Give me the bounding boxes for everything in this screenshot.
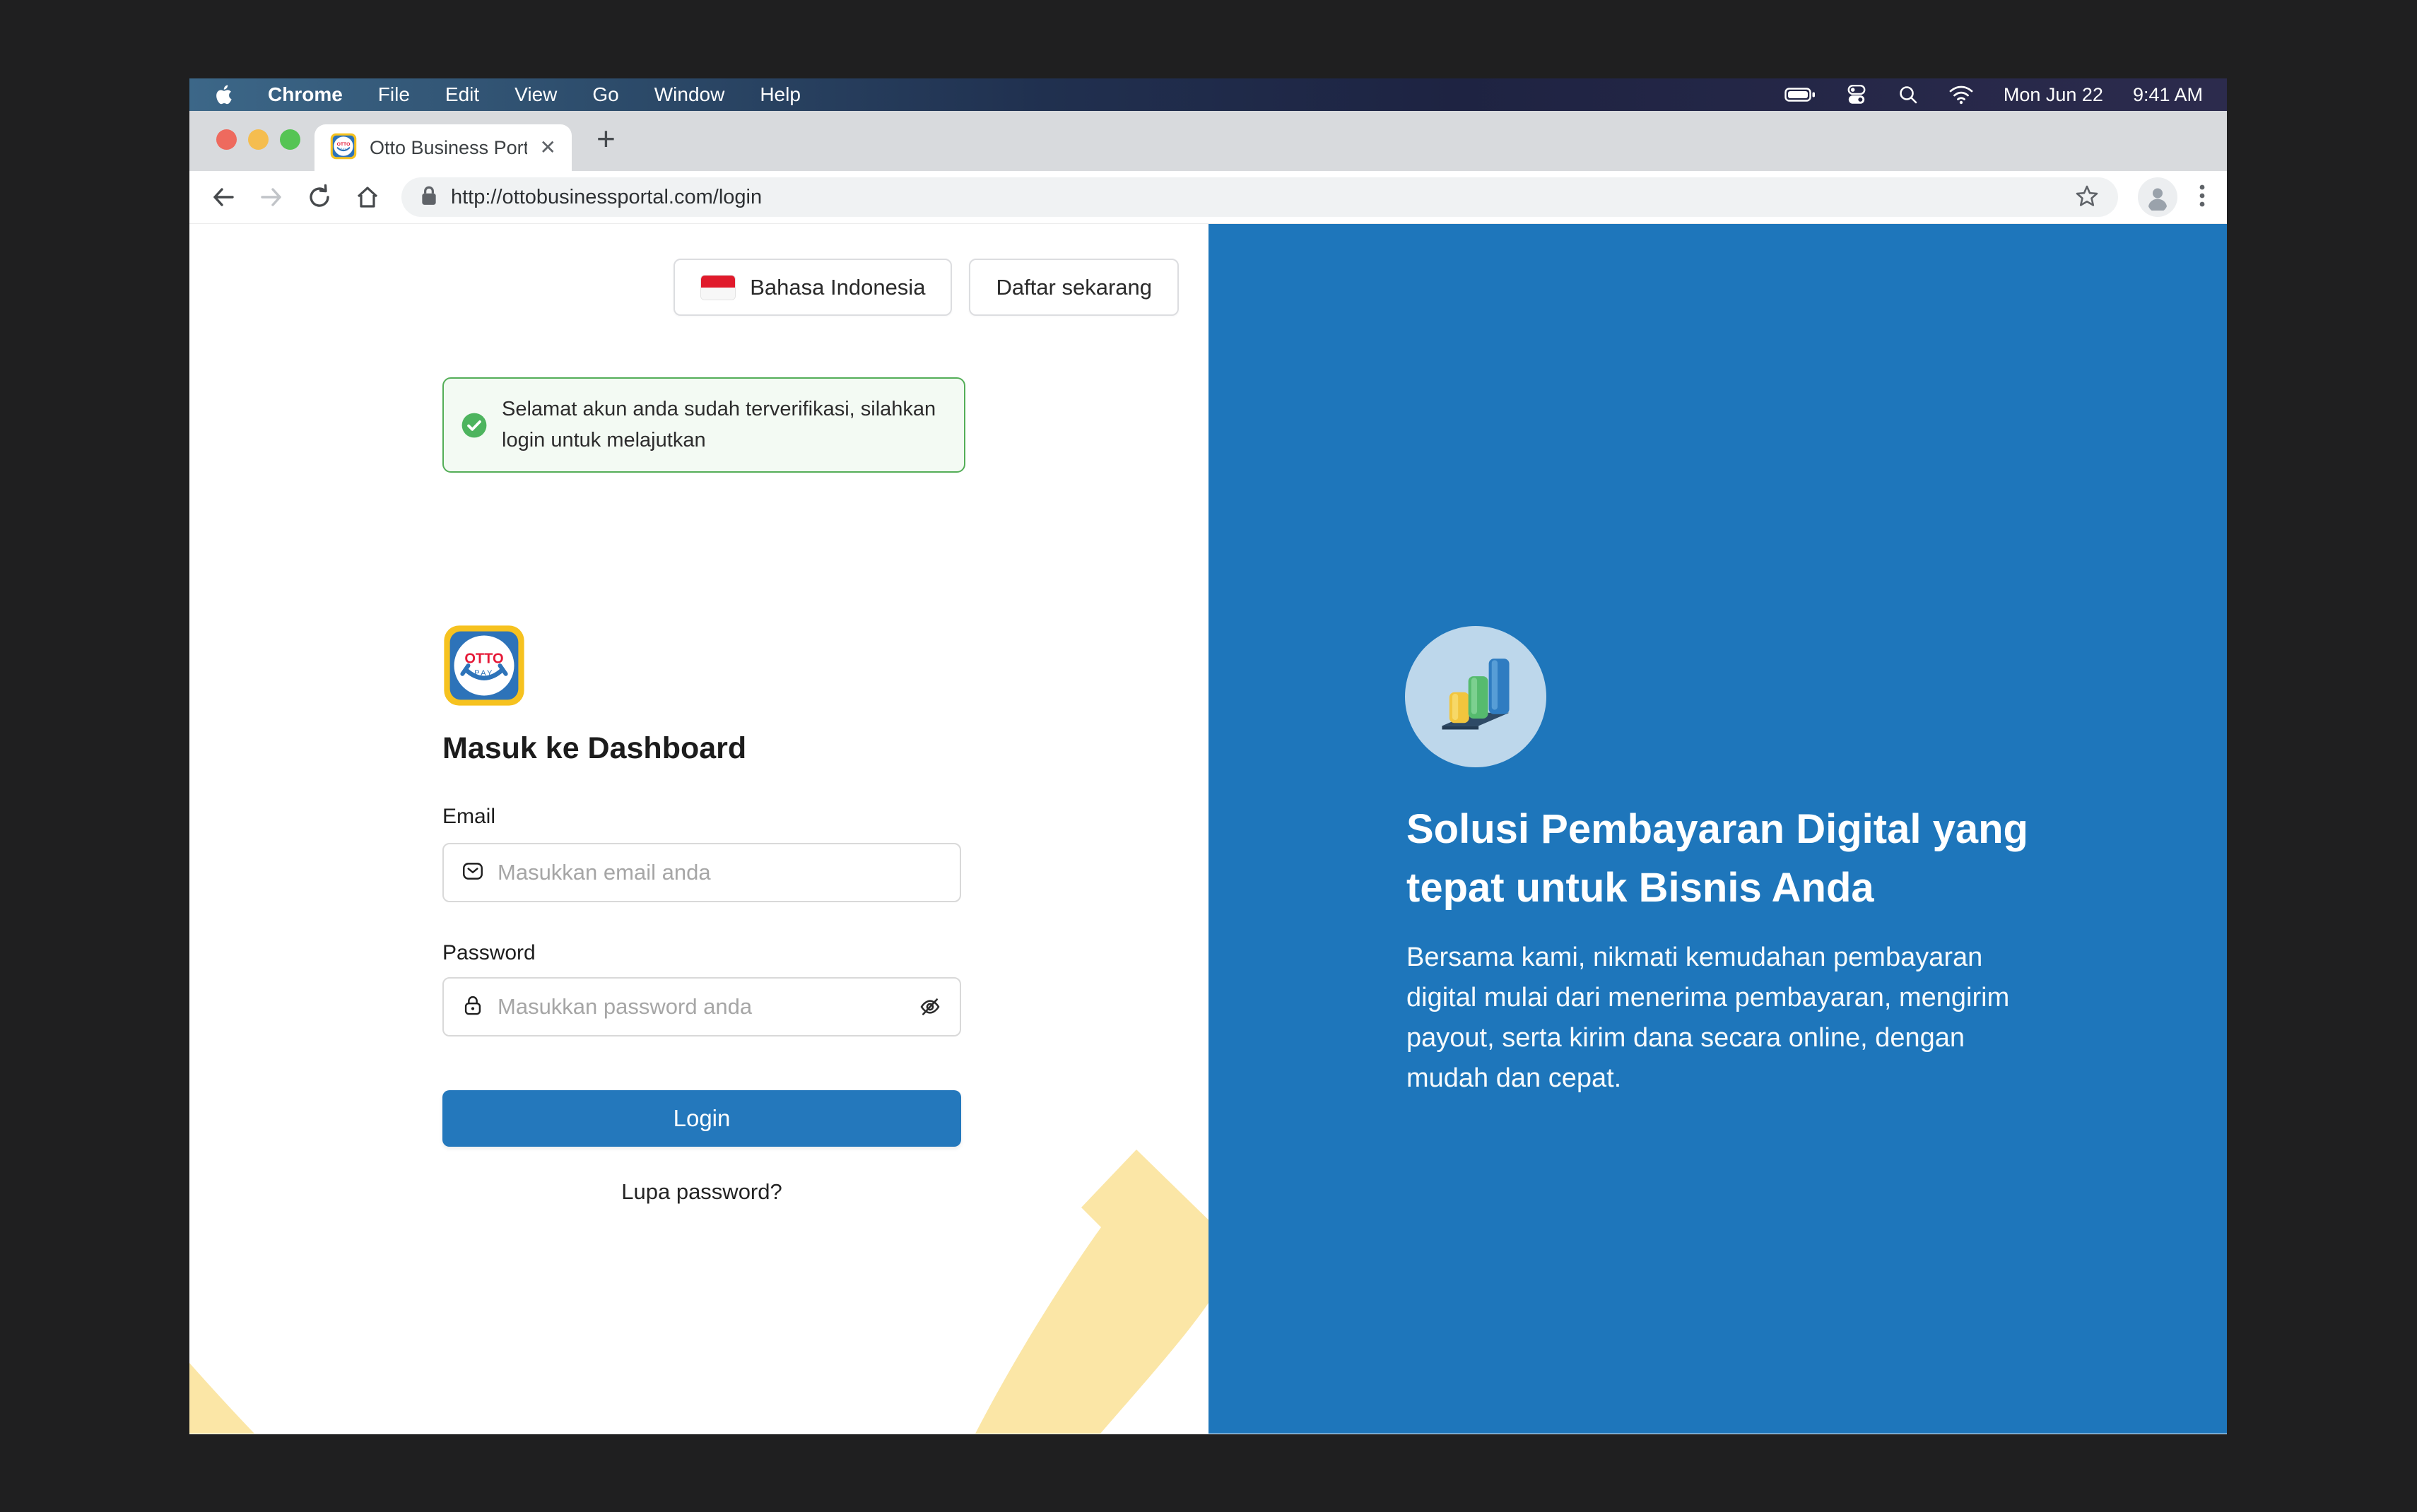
apple-icon[interactable] xyxy=(213,83,233,106)
success-alert: Selamat akun anda sudah terverifikasi, s… xyxy=(442,377,965,473)
zoom-window-button[interactable] xyxy=(280,129,300,150)
mac-screen: Chrome File Edit View Go Window Help Mon… xyxy=(189,78,2227,1434)
login-button[interactable]: Login xyxy=(442,1090,961,1147)
address-bar[interactable]: http://ottobusinessportal.com/login xyxy=(401,177,2118,217)
menubar-item-help[interactable]: Help xyxy=(760,83,801,106)
battery-icon[interactable] xyxy=(1784,87,1816,102)
menubar-date: Mon Jun 22 xyxy=(2004,84,2103,106)
url-text[interactable]: http://ottobusinessportal.com/login xyxy=(451,186,2062,209)
email-field[interactable] xyxy=(442,843,961,902)
email-label: Email xyxy=(442,805,495,829)
wifi-icon[interactable] xyxy=(1948,85,1974,105)
padlock-icon xyxy=(461,993,485,1021)
tab-title: Otto Business Portal xyxy=(370,137,527,159)
top-actions: Bahasa Indonesia Daftar sekarang xyxy=(674,259,1179,316)
page-content: Bahasa Indonesia Daftar sekarang Selamat… xyxy=(189,224,2227,1434)
password-input[interactable] xyxy=(496,993,906,1020)
menubar-item-view[interactable]: View xyxy=(514,83,557,106)
password-label: Password xyxy=(442,941,536,965)
success-alert-text: Selamat akun anda sudah terverifikasi, s… xyxy=(502,394,947,456)
hero-panel: Solusi Pembayaran Digital yang tepat unt… xyxy=(1208,224,2227,1434)
eye-off-icon[interactable] xyxy=(917,994,943,1020)
ottopay-logo: OTTO PAY xyxy=(442,624,526,707)
control-center-icon[interactable] xyxy=(1845,83,1868,106)
menubar-item-chrome[interactable]: Chrome xyxy=(268,83,343,106)
close-tab-icon[interactable]: ✕ xyxy=(540,138,556,158)
bar-chart-3d-icon xyxy=(1405,626,1546,767)
minimize-window-button[interactable] xyxy=(248,129,269,150)
profile-icon[interactable] xyxy=(2138,177,2177,217)
forward-icon[interactable] xyxy=(257,183,286,211)
home-icon[interactable] xyxy=(353,183,382,211)
form-heading: Masuk ke Dashboard xyxy=(442,731,746,766)
search-icon[interactable] xyxy=(1898,84,1919,105)
forgot-password-link[interactable]: Lupa password? xyxy=(442,1179,961,1205)
envelope-icon xyxy=(461,859,485,887)
language-label: Bahasa Indonesia xyxy=(750,275,925,300)
close-window-button[interactable] xyxy=(216,129,237,150)
hero-body: Bersama kami, nikmati kemudahan pembayar… xyxy=(1406,938,2042,1099)
menubar-item-file[interactable]: File xyxy=(378,83,410,106)
svg-text:OTTO: OTTO xyxy=(337,142,351,147)
menubar-item-go[interactable]: Go xyxy=(592,83,618,106)
language-selector-button[interactable]: Bahasa Indonesia xyxy=(674,259,952,316)
back-icon[interactable] xyxy=(209,183,237,211)
indonesia-flag-icon xyxy=(700,275,736,300)
lock-icon[interactable] xyxy=(420,185,438,210)
tab-favicon-otto-logo-icon: OTTOPAY xyxy=(330,133,357,163)
tab-strip: OTTOPAY Otto Business Portal ✕ + xyxy=(189,111,2227,171)
hero-heading: Solusi Pembayaran Digital yang tepat unt… xyxy=(1406,801,2078,918)
three-dot-menu-icon[interactable] xyxy=(2197,182,2207,213)
menubar-item-window[interactable]: Window xyxy=(654,83,725,106)
register-button[interactable]: Daftar sekarang xyxy=(969,259,1179,316)
window-controls xyxy=(216,129,300,150)
check-circle-icon xyxy=(461,412,488,439)
new-tab-icon[interactable]: + xyxy=(596,119,616,158)
menubar-item-edit[interactable]: Edit xyxy=(445,83,479,106)
menubar-time: 9:41 AM xyxy=(2133,84,2203,106)
browser-tab[interactable]: OTTOPAY Otto Business Portal ✕ xyxy=(314,124,572,171)
login-panel: Bahasa Indonesia Daftar sekarang Selamat… xyxy=(189,224,1208,1434)
macos-menubar: Chrome File Edit View Go Window Help Mon… xyxy=(189,78,2227,111)
browser-toolbar: http://ottobusinessportal.com/login xyxy=(189,171,2227,224)
star-icon[interactable] xyxy=(2074,183,2100,212)
register-label: Daftar sekarang xyxy=(996,275,1152,300)
logo-word: OTTO xyxy=(464,651,503,666)
reload-icon[interactable] xyxy=(305,183,334,211)
password-field[interactable] xyxy=(442,977,961,1036)
email-input[interactable] xyxy=(496,859,943,886)
